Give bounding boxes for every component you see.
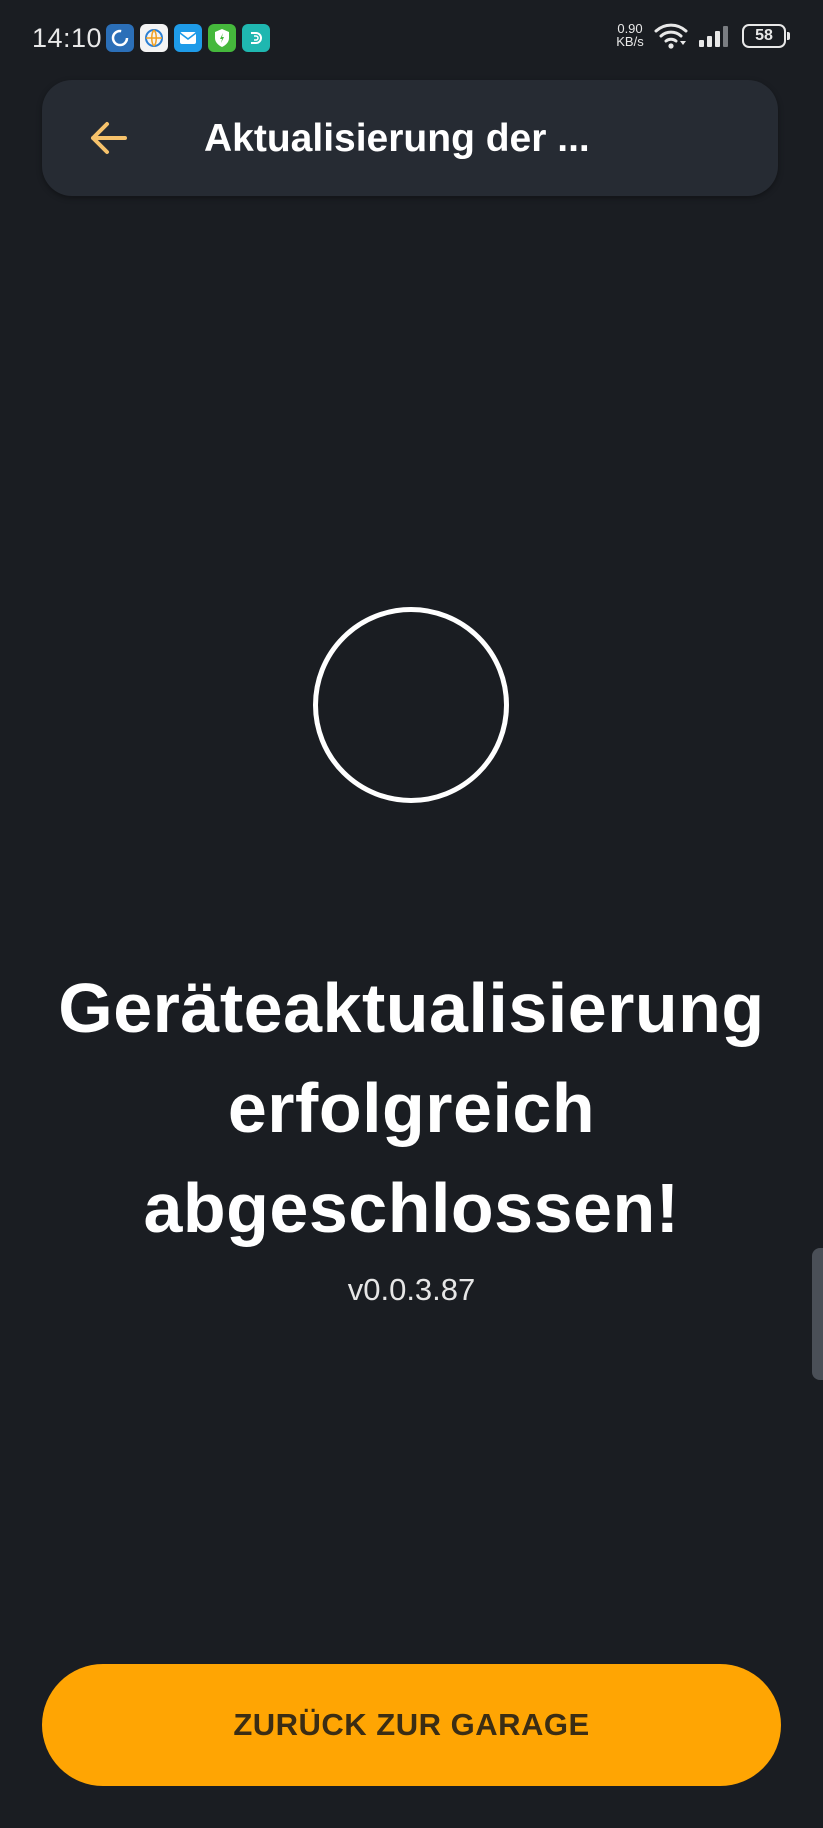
battery-level: 58 [755,27,773,44]
network-speed-unit: KB/s [616,34,644,49]
network-speed: 0.90 KB/s [608,22,652,48]
edge-scroll-handle[interactable] [812,1248,823,1380]
status-circle-icon [313,607,509,803]
status-bar: 14:10 0.90 KB/s 58 [0,0,823,76]
back-button[interactable] [78,108,138,168]
sync-icon [106,24,134,52]
page-title: Aktualisierung der ... [204,117,590,160]
firmware-version: v0.0.3.87 [347,1272,476,1307]
security-shield-icon [208,24,236,52]
back-to-garage-label: ZURÜCK ZUR GARAGE [233,1707,590,1742]
battery-indicator: 58 [742,24,790,48]
back-to-garage-button[interactable]: ZURÜCK ZUR GARAGE [42,1664,781,1786]
arrow-left-icon [91,122,127,154]
app-header: Aktualisierung der ... [42,80,778,196]
wifi-icon [654,22,688,55]
mail-icon [174,24,202,52]
browser-icon [140,24,168,52]
success-message: Geräteaktualisierung erfolgreich abgesch… [58,969,765,1247]
notification-icons [106,24,270,52]
app-icon [242,24,270,52]
cellular-signal-icon [698,24,734,53]
status-time: 14:10 [32,23,103,53]
